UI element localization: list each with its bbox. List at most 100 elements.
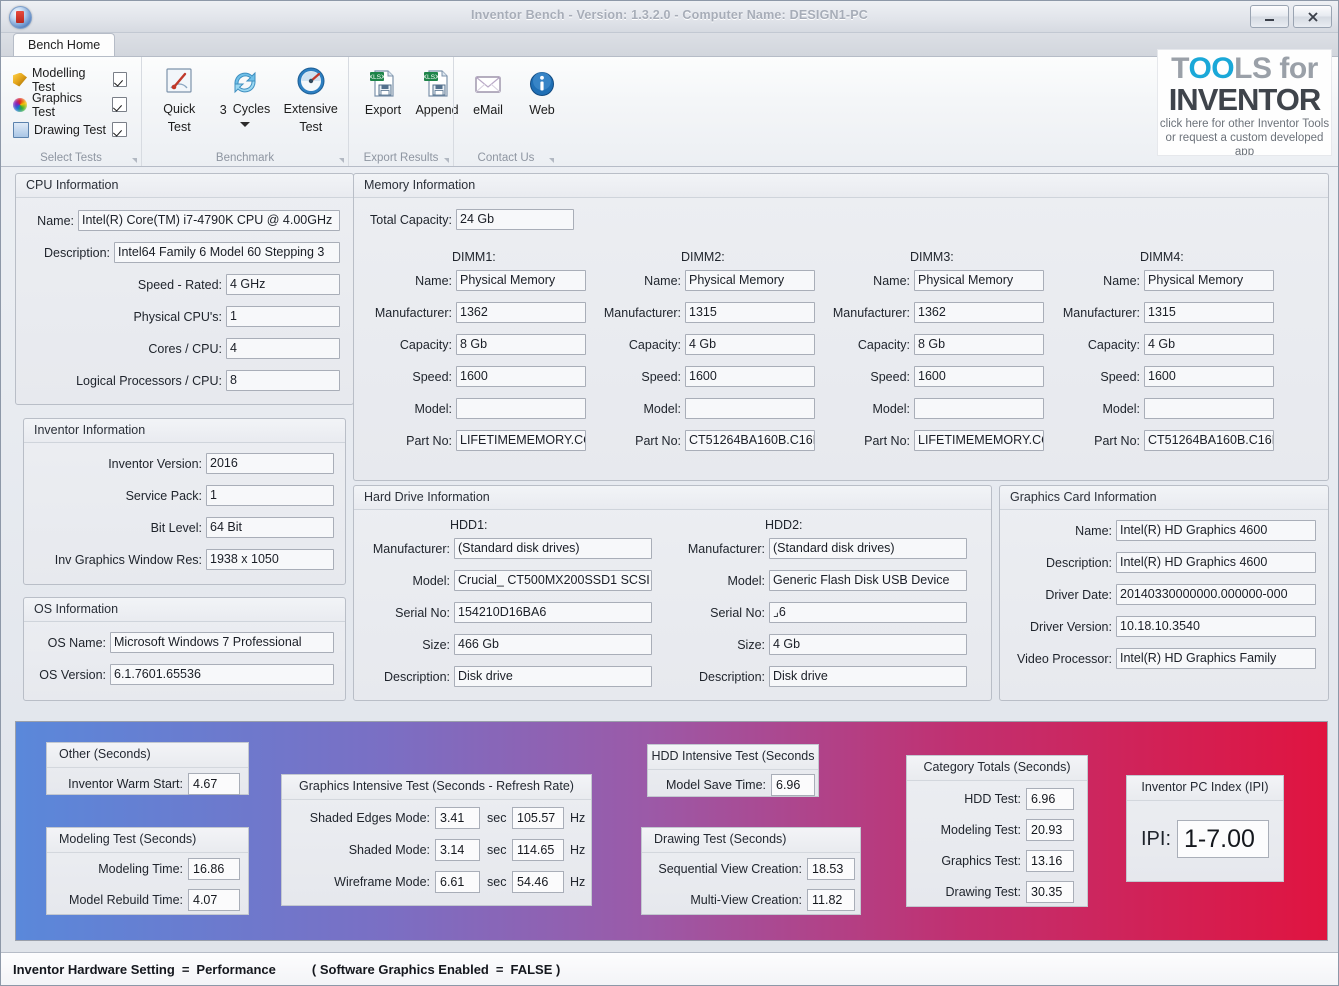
contact-dialog-launcher-icon[interactable]	[549, 158, 554, 163]
hdd2-model-value[interactable]: Generic Flash Disk USB Device	[769, 570, 967, 591]
wireframe-mode-sec[interactable]: 6.61	[435, 871, 480, 893]
tools-for-inventor-logo[interactable]: TOOLS for INVENTOR click here for other …	[1157, 49, 1332, 156]
dimm1-speed-value[interactable]: 1600	[456, 366, 586, 387]
dimm4-capacity-value[interactable]: 4 Gb	[1144, 334, 1274, 355]
dimm3-partno-value[interactable]: LIFETIMEMEMORY.CC	[914, 430, 1044, 451]
email-button[interactable]: eMail	[462, 61, 514, 117]
hdd1-manufacturer-value[interactable]: (Standard disk drives)	[454, 538, 652, 559]
gfx-driver-version-value[interactable]: 10.18.10.3540	[1116, 616, 1316, 637]
total-capacity-value[interactable]: 24 Gb	[456, 209, 574, 230]
sequential-view-value[interactable]: 18.53	[807, 858, 855, 880]
drawing-test-checkbox[interactable]	[112, 122, 127, 137]
multi-view-value[interactable]: 11.82	[807, 889, 855, 911]
export-dialog-launcher-icon[interactable]	[444, 158, 449, 163]
cpu-cores-value[interactable]: 4	[226, 338, 340, 359]
os-name-value[interactable]: Microsoft Windows 7 Professional	[110, 632, 334, 653]
dimm3-speed-label: Speed:	[870, 369, 910, 384]
dimm2-model-value[interactable]	[685, 398, 815, 419]
select-test-graphics[interactable]: Graphics Test	[9, 91, 133, 119]
os-version-value[interactable]: 6.1.7601.65536	[110, 664, 334, 685]
dimm1-partno-value[interactable]: LIFETIMEMEMORY.CC	[456, 430, 586, 451]
cpu-speed-value[interactable]: 4 GHz	[226, 274, 340, 295]
dimm1-name-value[interactable]: Physical Memory	[456, 270, 586, 291]
hdd1-serial-value[interactable]: 154210D16BA6	[454, 602, 652, 623]
cpu-physical-value[interactable]: 1	[226, 306, 340, 327]
cpu-name-value[interactable]: Intel(R) Core(TM) i7-4790K CPU @ 4.00GHz	[78, 210, 340, 231]
modelling-test-checkbox[interactable]	[112, 72, 127, 87]
quick-test-button[interactable]: Quick Test	[150, 61, 208, 135]
dimm4-speed-value[interactable]: 1600	[1144, 366, 1274, 387]
dimm3-model-value[interactable]	[914, 398, 1044, 419]
export-button[interactable]: XLSX Export	[357, 61, 409, 117]
dimm3-speed-value[interactable]: 1600	[914, 366, 1044, 387]
hdd1-size-value[interactable]: 466 Gb	[454, 634, 652, 655]
total-drawing-test-value[interactable]: 30.35	[1026, 881, 1074, 903]
total-hdd-test-value[interactable]: 6.96	[1026, 788, 1074, 810]
close-button[interactable]	[1293, 5, 1332, 28]
cycles-dropdown-button[interactable]: 3 Cycles	[208, 61, 281, 127]
graphics-window-res-value[interactable]: 1938 x 1050	[206, 549, 334, 570]
hdd1-model-value[interactable]: Crucial_ CT500MX200SSD1 SCSI	[454, 570, 652, 591]
dimm1-manufacturer-label: Manufacturer:	[374, 305, 452, 320]
shaded-edges-hz[interactable]: 105.57	[512, 807, 564, 829]
model-save-time-value[interactable]: 6.96	[771, 774, 815, 796]
inventor-version-value[interactable]: 2016	[206, 453, 334, 474]
cpu-description-value[interactable]: Intel64 Family 6 Model 60 Stepping 3	[114, 242, 340, 263]
modeling-time-value[interactable]: 16.86	[188, 858, 240, 880]
gfx-name-value[interactable]: Intel(R) HD Graphics 4600	[1116, 520, 1316, 541]
dimm4-model-value[interactable]	[1144, 398, 1274, 419]
dimm1-capacity-value[interactable]: 8 Gb	[456, 334, 586, 355]
minimize-button[interactable]	[1250, 5, 1289, 28]
inventor-warm-start-value[interactable]: 4.67	[188, 773, 240, 795]
dimm4-name-value[interactable]: Physical Memory	[1144, 270, 1274, 291]
select-test-drawing[interactable]: Drawing Test	[9, 117, 133, 142]
shaded-mode-sec[interactable]: 3.14	[435, 839, 480, 861]
dimm3-manufacturer-value[interactable]: 1362	[914, 302, 1044, 323]
dimm2-name-value[interactable]: Physical Memory	[685, 270, 815, 291]
wireframe-mode-sec-unit: sec	[487, 875, 507, 889]
total-graphics-test-value[interactable]: 13.16	[1026, 850, 1074, 872]
gfx-description-value[interactable]: Intel(R) HD Graphics 4600	[1116, 552, 1316, 573]
dimm4-manufacturer-value[interactable]: 1315	[1144, 302, 1274, 323]
dimm2-manufacturer-value[interactable]: 1315	[685, 302, 815, 323]
dimm4-name-label: Name:	[1103, 273, 1140, 288]
graphics-window-res-label: Inv Graphics Window Res:	[54, 552, 202, 567]
extensive-test-button[interactable]: Extensive Test	[282, 61, 340, 135]
model-rebuild-time-value[interactable]: 4.07	[188, 889, 240, 911]
select-tests-dialog-launcher-icon[interactable]	[132, 158, 137, 163]
dimm3-name-value[interactable]: Physical Memory	[914, 270, 1044, 291]
service-pack-value[interactable]: 1	[206, 485, 334, 506]
gfx-driver-date-value[interactable]: 20140330000000.000000-000	[1116, 584, 1316, 605]
benchmark-dialog-launcher-icon[interactable]	[339, 158, 344, 163]
wireframe-mode-hz[interactable]: 54.46	[512, 871, 564, 893]
hdd2-description-value[interactable]: Disk drive	[769, 666, 967, 687]
dimm4-partno-value[interactable]: CT51264BA160B.C16F	[1144, 430, 1274, 451]
dimm2-capacity-value[interactable]: 4 Gb	[685, 334, 815, 355]
web-button[interactable]: Web	[516, 61, 568, 117]
graphics-test-checkbox[interactable]	[112, 97, 127, 112]
dimm1-model-value[interactable]	[456, 398, 586, 419]
dimm1-name-label: Name:	[415, 273, 452, 288]
select-test-modelling[interactable]: Modelling Test	[9, 66, 133, 94]
hdd1-description-value[interactable]: Disk drive	[454, 666, 652, 687]
tab-bench-home[interactable]: Bench Home	[13, 33, 116, 56]
ipi-value[interactable]: 1-7.00	[1177, 820, 1270, 858]
hdd2-manufacturer-value[interactable]: (Standard disk drives)	[769, 538, 967, 559]
dimm2-speed-value[interactable]: 1600	[685, 366, 815, 387]
hdd2-serial-value[interactable]: ⌟6	[769, 602, 967, 623]
shaded-edges-sec[interactable]: 3.41	[435, 807, 480, 829]
bit-level-value[interactable]: 64 Bit	[206, 517, 334, 538]
shaded-mode-hz[interactable]: 114.65	[512, 839, 564, 861]
status-equals-2: =	[495, 961, 504, 977]
dimm1-manufacturer-value[interactable]: 1362	[456, 302, 586, 323]
total-modeling-test-value[interactable]: 20.93	[1026, 819, 1074, 841]
hdd2-size-value[interactable]: 4 Gb	[769, 634, 967, 655]
dimm3-capacity-value[interactable]: 8 Gb	[914, 334, 1044, 355]
gfx-video-processor-value[interactable]: Intel(R) HD Graphics Family	[1116, 648, 1316, 669]
total-modeling-test-label: Modeling Test:	[940, 823, 1021, 837]
cpu-logical-value[interactable]: 8	[226, 370, 340, 391]
chevron-down-icon[interactable]	[240, 122, 250, 127]
os-information-panel: OS Information OS Name: Microsoft Window…	[23, 597, 346, 701]
dimm2-partno-value[interactable]: CT51264BA160B.C16F	[685, 430, 815, 451]
inventor-panel-title: Inventor Information	[34, 423, 146, 437]
